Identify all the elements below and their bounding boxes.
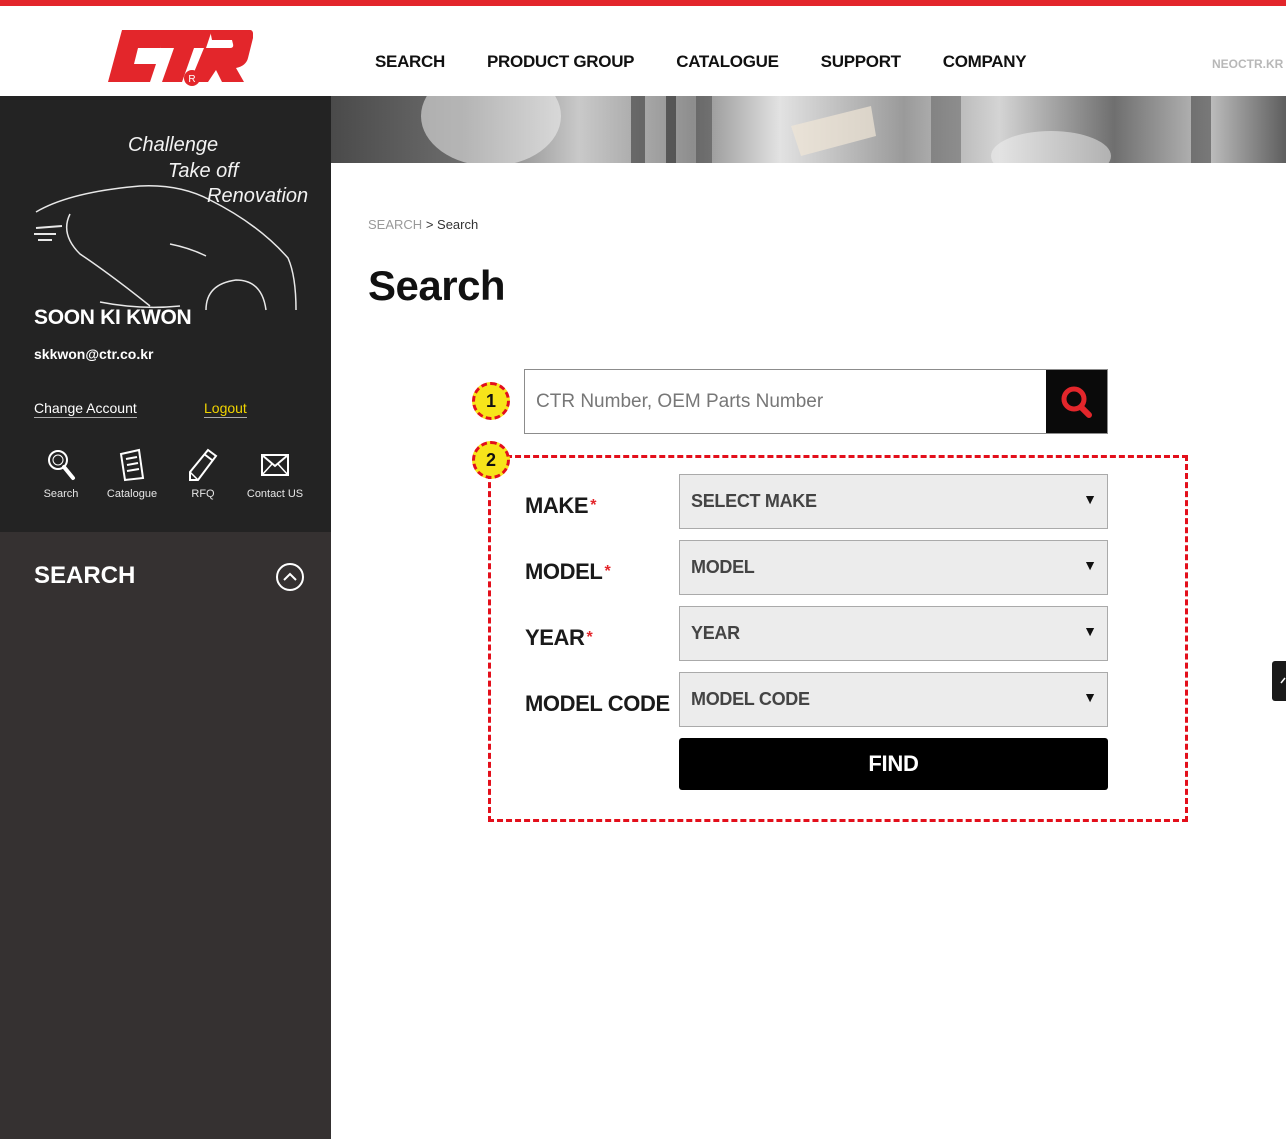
quick-link-contact-label: Contact US	[246, 488, 304, 500]
sidebar: Challenge Take off Renovation SOON KI KW…	[0, 96, 331, 1139]
breadcrumb-current: Search	[437, 217, 479, 232]
chevron-up-icon	[1280, 677, 1286, 684]
year-label: YEAR *	[525, 625, 593, 651]
quick-link-search-label: Search	[43, 488, 79, 500]
year-required-mark: *	[586, 629, 593, 646]
scroll-to-top-button[interactable]	[1272, 661, 1286, 701]
dropdown-arrow-icon: ▼	[1083, 557, 1097, 573]
svg-text:R: R	[188, 74, 195, 85]
model-select[interactable]: MODEL ▼	[679, 540, 1108, 595]
logout-link[interactable]: Logout	[204, 400, 247, 418]
user-name: SOON KI KWON	[34, 306, 192, 329]
model-label: MODEL *	[525, 559, 611, 585]
dropdown-arrow-icon: ▼	[1083, 689, 1097, 705]
gear-photo	[421, 96, 1211, 163]
model-code-select-value: MODEL CODE	[691, 689, 810, 709]
breadcrumb-separator: >	[425, 217, 434, 232]
model-code-select[interactable]: MODEL CODE ▼	[679, 672, 1108, 727]
slogan-line-3: Renovation	[207, 185, 309, 207]
quick-link-contact[interactable]: Contact US	[240, 448, 310, 500]
header-banner-image	[331, 96, 1286, 163]
search-bar	[524, 369, 1108, 434]
dropdown-arrow-icon: ▼	[1083, 491, 1097, 507]
sidebar-menu-title[interactable]: SEARCH	[34, 562, 135, 590]
profile-panel: Challenge Take off Renovation SOON KI KW…	[0, 96, 331, 532]
quick-link-rfq-label: RFQ	[191, 488, 215, 500]
nav-support[interactable]: SUPPORT	[821, 52, 901, 72]
nav-search[interactable]: SEARCH	[375, 52, 445, 72]
annotation-badge-1: 1	[472, 382, 510, 420]
search-input[interactable]	[525, 370, 1047, 433]
make-required-mark: *	[590, 497, 597, 514]
user-email: skkwon@ctr.co.kr	[34, 346, 154, 362]
slogan-line-2: Take off	[168, 160, 239, 182]
pencil-icon	[189, 448, 218, 481]
slogan-line-1: Challenge	[128, 134, 219, 156]
page-title: Search	[368, 262, 506, 309]
mail-icon	[261, 454, 289, 476]
find-button[interactable]: FIND	[679, 738, 1108, 790]
quick-link-rfq[interactable]: RFQ	[168, 448, 238, 500]
year-label-text: YEAR	[525, 625, 585, 650]
site-header: R SEARCH PRODUCT GROUP CATALOGUE SUPPORT…	[0, 6, 1286, 96]
main-nav: SEARCH PRODUCT GROUP CATALOGUE SUPPORT C…	[375, 52, 1068, 72]
search-button[interactable]	[1046, 370, 1107, 433]
year-select[interactable]: YEAR ▼	[679, 606, 1108, 661]
year-select-value: YEAR	[691, 623, 740, 643]
model-code-label-text: MODEL CODE	[525, 691, 670, 716]
nav-product-group[interactable]: PRODUCT GROUP	[487, 52, 635, 72]
slogan-graphic: Challenge Take off Renovation	[30, 134, 309, 314]
quick-link-catalogue-label: Catalogue	[106, 488, 158, 500]
breadcrumb-root[interactable]: SEARCH	[368, 217, 422, 232]
neoctr-link[interactable]: NEOCTR.KR	[1212, 57, 1283, 71]
model-code-label: MODEL CODE	[525, 691, 670, 717]
quick-link-catalogue[interactable]: Catalogue	[97, 448, 167, 500]
ctr-logo[interactable]: R	[108, 26, 253, 88]
make-select[interactable]: SELECT MAKE ▼	[679, 474, 1108, 529]
search-icon	[48, 450, 75, 480]
chevron-up-icon[interactable]	[276, 563, 304, 591]
change-account-link[interactable]: Change Account	[34, 400, 137, 418]
nav-catalogue[interactable]: CATALOGUE	[676, 52, 779, 72]
model-select-value: MODEL	[691, 557, 755, 577]
dropdown-arrow-icon: ▼	[1083, 623, 1097, 639]
quick-link-search[interactable]: Search	[26, 448, 96, 500]
search-icon	[1061, 386, 1092, 418]
make-label: MAKE *	[525, 493, 596, 519]
breadcrumb: SEARCH > Search	[368, 217, 478, 232]
make-label-text: MAKE	[525, 493, 589, 518]
model-required-mark: *	[604, 563, 611, 580]
document-icon	[119, 448, 145, 482]
model-label-text: MODEL	[525, 559, 603, 584]
nav-company[interactable]: COMPANY	[943, 52, 1027, 72]
annotation-badge-2: 2	[472, 441, 510, 479]
make-select-value: SELECT MAKE	[691, 491, 817, 511]
